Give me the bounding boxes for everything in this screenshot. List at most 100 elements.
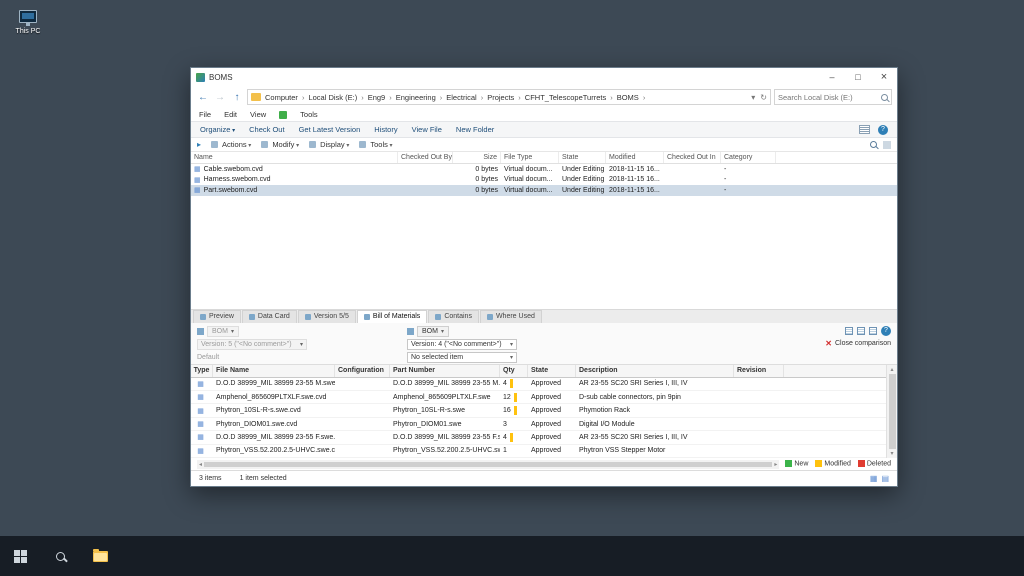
breadcrumb-item[interactable]: Computer bbox=[265, 93, 308, 102]
chevron-down-icon[interactable]: ▾ bbox=[751, 93, 755, 102]
vertical-scrollbar[interactable]: ▴ ▾ bbox=[886, 364, 897, 458]
display-menu[interactable]: Display bbox=[320, 140, 349, 149]
settings-icon[interactable] bbox=[883, 140, 891, 149]
address-bar: ← → ↑ Computer Local Disk (E:) Eng9 Engi… bbox=[191, 86, 897, 108]
check-out-button[interactable]: Check Out bbox=[249, 125, 284, 134]
search-input[interactable] bbox=[778, 92, 881, 102]
start-button[interactable] bbox=[0, 536, 40, 576]
col-checked-out-in[interactable]: Checked Out In bbox=[664, 152, 721, 163]
col-size[interactable]: Size bbox=[453, 152, 501, 163]
taskbar-search-button[interactable] bbox=[40, 536, 80, 576]
new-folder-button[interactable]: New Folder bbox=[456, 125, 494, 134]
scroll-thumb[interactable] bbox=[888, 373, 896, 449]
close-comparison-button[interactable]: ✕ Close comparison bbox=[825, 339, 891, 348]
modify-menu[interactable]: Modify bbox=[272, 140, 299, 149]
file-explorer-button[interactable] bbox=[80, 536, 120, 576]
file-row[interactable]: ▦ Cable.swebom.cvd 0 bytes Virtual docum.… bbox=[191, 164, 897, 175]
bom-compare-icon[interactable] bbox=[857, 326, 865, 335]
get-latest-version-button[interactable]: Get Latest Version bbox=[299, 125, 361, 134]
this-pc-desktop-icon[interactable]: This PC bbox=[6, 10, 50, 35]
view-file-button[interactable]: View File bbox=[412, 125, 442, 134]
help-icon[interactable]: ? bbox=[878, 124, 888, 135]
refresh-icon[interactable]: ↻ bbox=[760, 93, 767, 102]
file-list-header[interactable]: Name Checked Out By Size File Type State… bbox=[191, 152, 897, 164]
col-name[interactable]: Name bbox=[191, 152, 398, 163]
close-button[interactable] bbox=[871, 68, 897, 86]
col-file-name[interactable]: File Name bbox=[213, 364, 335, 377]
col-category[interactable]: Category bbox=[721, 152, 776, 163]
bom-source-button-left[interactable]: BOM bbox=[207, 326, 239, 338]
menu-file[interactable]: File bbox=[199, 110, 211, 119]
col-description[interactable]: Description bbox=[576, 364, 734, 377]
breadcrumb-item[interactable]: Projects bbox=[487, 93, 525, 102]
file-list-empty-area[interactable] bbox=[191, 196, 897, 309]
bom-row[interactable]: ▦ Phytron_VSS.52.200.2.5-UHVC.swe.cvd Ph… bbox=[191, 445, 897, 458]
maximize-button[interactable] bbox=[845, 68, 871, 86]
horizontal-scrollbar[interactable]: ◂ ▸ bbox=[197, 459, 780, 469]
details-view-icon[interactable]: ▦ bbox=[870, 474, 878, 483]
version-select-right[interactable]: Version: 4 ("<No comment>") bbox=[407, 339, 517, 351]
breadcrumb-item[interactable]: Electrical bbox=[446, 93, 487, 102]
file-row[interactable]: ▦ Harness.swebom.cvd 0 bytes Virtual docu… bbox=[191, 175, 897, 186]
list-view-icon[interactable]: ▤ bbox=[881, 474, 889, 483]
scroll-thumb[interactable] bbox=[204, 461, 773, 467]
col-modified[interactable]: Modified bbox=[606, 152, 664, 163]
tab-preview[interactable]: Preview bbox=[193, 309, 241, 323]
col-state[interactable]: State bbox=[528, 364, 576, 377]
selected-item-select[interactable]: No selected item bbox=[407, 352, 517, 364]
breadcrumb-item[interactable]: Engineering bbox=[396, 93, 447, 102]
breadcrumb-item[interactable]: BOMS bbox=[617, 93, 650, 102]
actions-menu[interactable]: Actions bbox=[222, 140, 251, 149]
breadcrumb[interactable]: Computer Local Disk (E:) Eng9 Engineerin… bbox=[247, 89, 771, 105]
menu-view[interactable]: View bbox=[250, 110, 266, 119]
bom-row[interactable]: ▦ Amphenol_865609PLTXLF.swe.cvd Amphenol… bbox=[191, 391, 897, 405]
scroll-up-icon[interactable]: ▴ bbox=[890, 366, 893, 373]
bom-view-icon[interactable] bbox=[845, 326, 853, 335]
up-button[interactable]: ↑ bbox=[230, 92, 244, 103]
col-qty[interactable]: Qty bbox=[500, 364, 528, 377]
bom-row[interactable]: ▦ Phytron_DIOM01.swe.cvd Phytron_DIOM01.… bbox=[191, 418, 897, 432]
col-file-type[interactable]: File Type bbox=[501, 152, 559, 163]
breadcrumb-item[interactable]: Local Disk (E:) bbox=[308, 93, 367, 102]
collapse-icon[interactable]: ▸ bbox=[197, 140, 201, 149]
bom-row[interactable]: ▦ Phytron_10SL-R-s.swe.cvd Phytron_10SL-… bbox=[191, 404, 897, 418]
breadcrumb-item[interactable]: CFHT_TelescopeTurrets bbox=[525, 93, 617, 102]
tools-menu[interactable]: Tools bbox=[370, 140, 392, 149]
change-view-icon[interactable] bbox=[859, 125, 870, 134]
bom-table-header[interactable]: Type File Name Configuration Part Number… bbox=[191, 364, 897, 378]
tab-data-card[interactable]: Data Card bbox=[241, 309, 297, 323]
zoom-icon[interactable] bbox=[870, 141, 877, 148]
file-row-selected[interactable]: ▦ Part.swebom.cvd 0 bytes Virtual docum..… bbox=[191, 185, 897, 196]
col-part-number[interactable]: Part Number bbox=[390, 364, 500, 377]
bom-row[interactable]: ▦ D.O.D 38999_MIL 38999 23-55 M.swe.cvd … bbox=[191, 378, 897, 392]
scroll-right-icon[interactable]: ▸ bbox=[774, 461, 777, 468]
tab-where-used[interactable]: Where Used bbox=[479, 309, 542, 323]
tab-version[interactable]: Version 5/5 bbox=[297, 309, 356, 323]
cell-description: Digital I/O Module bbox=[579, 420, 635, 428]
minimize-button[interactable] bbox=[819, 68, 845, 86]
back-button[interactable]: ← bbox=[196, 92, 210, 103]
bom-row[interactable]: ▦ D.O.D 38999_MIL 38999 23-55 F.swe.cvd … bbox=[191, 431, 897, 445]
col-checked-out-by[interactable]: Checked Out By bbox=[398, 152, 453, 163]
title-bar[interactable]: BOMS bbox=[191, 68, 897, 86]
bom-help-icon[interactable]: ? bbox=[881, 325, 891, 336]
breadcrumb-item[interactable]: Eng9 bbox=[368, 93, 396, 102]
search-icon[interactable] bbox=[881, 93, 888, 101]
version-select-left[interactable]: Version: 5 ("<No comment>") bbox=[197, 339, 307, 351]
menu-tools[interactable]: Tools bbox=[300, 110, 318, 119]
bom-source-button-right[interactable]: BOM bbox=[417, 326, 449, 338]
scroll-down-icon[interactable]: ▾ bbox=[890, 450, 893, 457]
menu-edit[interactable]: Edit bbox=[224, 110, 237, 119]
col-configuration[interactable]: Configuration bbox=[335, 364, 390, 377]
cell-description: AR 23-55 SC20 SRI Series I, III, IV bbox=[579, 380, 688, 388]
history-button[interactable]: History bbox=[374, 125, 397, 134]
col-type[interactable]: Type bbox=[191, 364, 213, 377]
col-revision[interactable]: Revision bbox=[734, 364, 784, 377]
forward-button[interactable]: → bbox=[213, 92, 227, 103]
col-state[interactable]: State bbox=[559, 152, 606, 163]
tab-bill-of-materials[interactable]: Bill of Materials bbox=[356, 309, 428, 323]
tab-contains[interactable]: Contains bbox=[428, 309, 479, 323]
bom-export-icon[interactable] bbox=[869, 326, 877, 335]
scroll-left-icon[interactable]: ◂ bbox=[199, 461, 202, 468]
organize-button[interactable]: Organize bbox=[200, 125, 235, 134]
